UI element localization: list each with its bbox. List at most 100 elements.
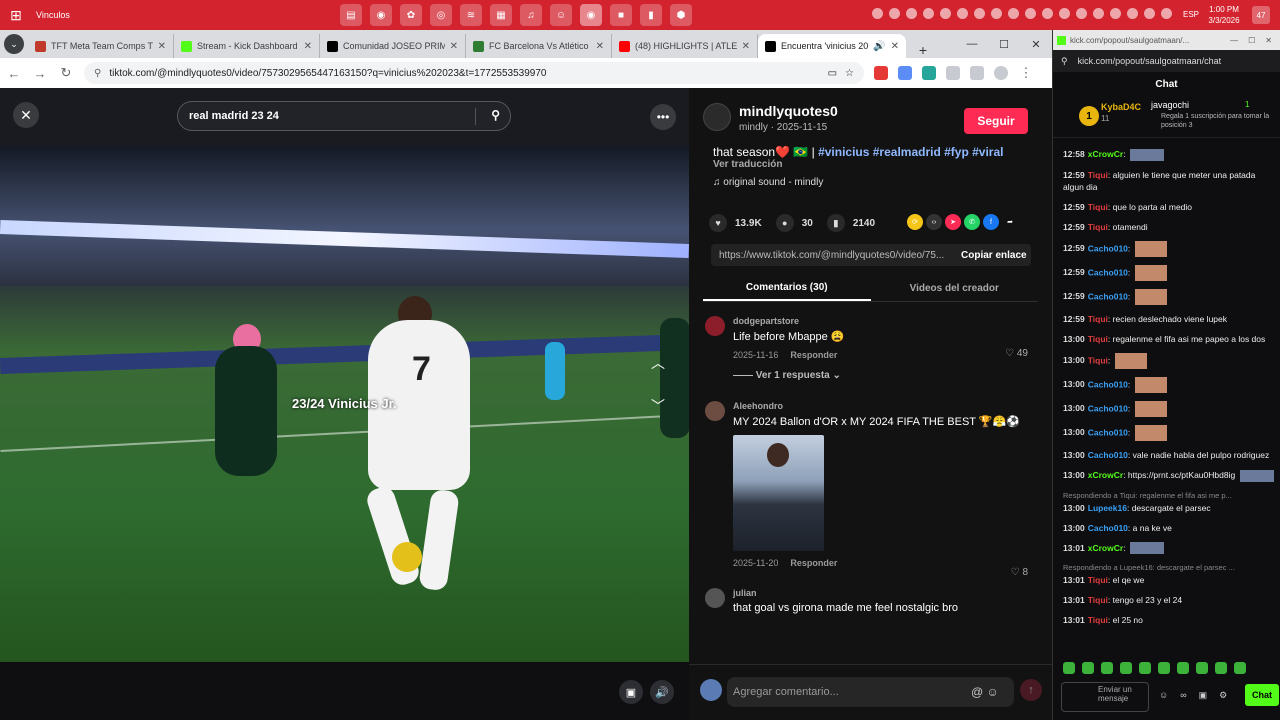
message-username[interactable]: Tiqui <box>1088 202 1108 212</box>
extension-icon[interactable] <box>922 66 936 80</box>
forward-icon[interactable]: → <box>32 66 48 81</box>
tray-icon[interactable] <box>1161 8 1172 19</box>
tray-icon[interactable] <box>1059 8 1070 19</box>
post-comment-button[interactable]: ↑ <box>1020 679 1042 701</box>
tray-icon[interactable] <box>940 8 951 19</box>
audio-icon[interactable]: ♫ <box>520 4 542 26</box>
shield-icon[interactable]: ⬢ <box>670 4 692 26</box>
maximize-icon[interactable]: ☐ <box>1248 36 1255 45</box>
install-icon[interactable]: ▭ <box>828 68 837 79</box>
tab-close-icon[interactable]: ✕ <box>891 41 899 52</box>
red-app-icon[interactable]: ■ <box>610 4 632 26</box>
minimize-icon[interactable]: — <box>1230 36 1238 45</box>
search-input[interactable]: real madrid 23 24 ⚲ <box>177 101 511 131</box>
menu-kebab-icon[interactable]: ⋮ <box>1018 65 1034 81</box>
emote-icon[interactable] <box>1120 662 1132 674</box>
commenter-avatar[interactable] <box>705 316 725 336</box>
emote-icon[interactable] <box>1177 662 1189 674</box>
reload-icon[interactable]: ↻ <box>58 65 74 81</box>
bookmark-icon[interactable]: ▮ <box>826 214 845 232</box>
message-username[interactable]: Tiqui <box>1088 314 1108 324</box>
message-username[interactable]: Tiqui <box>1088 595 1108 605</box>
send-chat-button[interactable]: Chat <box>1245 684 1279 706</box>
send-to-friend-icon[interactable]: ➤ <box>945 214 961 230</box>
message-username[interactable]: Cacho010 <box>1088 243 1128 253</box>
tab-close-icon[interactable]: ✕ <box>158 41 166 52</box>
photos-icon[interactable]: ✿ <box>400 4 422 26</box>
whatsapp-icon[interactable]: ✆ <box>964 214 980 230</box>
tab-close-icon[interactable]: ✕ <box>450 41 458 52</box>
tab-creator-videos[interactable]: Videos del creador <box>871 276 1039 301</box>
message-username[interactable]: xCrowCr <box>1088 470 1123 480</box>
emoji-icon[interactable]: ☺ <box>1159 690 1168 701</box>
site-info-icon[interactable]: ⚲ <box>94 68 101 79</box>
message-username[interactable]: xCrowCr <box>1088 149 1123 159</box>
message-username[interactable]: Cacho010 <box>1088 450 1128 460</box>
comment-username[interactable]: julian <box>733 588 1038 598</box>
language-indicator[interactable]: ESP <box>1183 10 1199 19</box>
tab-tiktok[interactable]: Encuentra 'vinicius 2023 🔊 ✕ <box>758 34 906 58</box>
maximize-icon[interactable]: ☐ <box>988 30 1020 58</box>
settings-gear-icon[interactable]: ⚙ <box>1219 690 1227 701</box>
commenter-avatar[interactable] <box>705 588 725 608</box>
search-icon[interactable]: ⚲ <box>491 108 500 122</box>
message-username[interactable]: Tiqui <box>1088 222 1108 232</box>
share-arrow-icon[interactable]: ➦ <box>1002 214 1018 230</box>
address-bar[interactable]: ⚲ tiktok.com/@mindlyquotes0/video/757302… <box>84 62 864 84</box>
emote-icon[interactable] <box>1196 662 1208 674</box>
view-replies-button[interactable]: —— Ver 1 respuesta ⌄ <box>733 370 1038 381</box>
bookmark-star-icon[interactable]: ☆ <box>845 68 854 79</box>
like-heart-icon[interactable]: ♥ <box>709 214 727 232</box>
chat-message-input[interactable]: Enviar un mensaje <box>1061 682 1149 712</box>
tray-icon[interactable] <box>957 8 968 19</box>
tab-tft[interactable]: TFT Meta Team Comps Tier ✕ <box>28 34 174 58</box>
next-video-icon[interactable]: ﹀ <box>651 396 665 416</box>
comment-bubble-icon[interactable]: ● <box>775 214 794 232</box>
mention-emoji-icons[interactable]: @ ☺ <box>971 685 999 699</box>
tab-close-icon[interactable]: ✕ <box>596 41 604 52</box>
chrome-profile-icon[interactable]: ◉ <box>580 4 602 26</box>
emote-icon[interactable] <box>1158 662 1170 674</box>
tab-x-community[interactable]: Comunidad JOSEO PRIME ✕ <box>320 34 466 58</box>
tray-icon[interactable] <box>1144 8 1155 19</box>
comment-image[interactable] <box>733 435 824 551</box>
spotify-icon[interactable]: ≋ <box>460 4 482 26</box>
tray-icon[interactable] <box>1025 8 1036 19</box>
embed-icon[interactable]: ‹› <box>926 214 942 230</box>
whatsapp-tray-icon[interactable] <box>872 8 883 19</box>
link-icon[interactable]: ∞ <box>1180 690 1186 701</box>
emote-icon[interactable] <box>1101 662 1113 674</box>
author-name[interactable]: mindlyquotes0 <box>739 103 838 119</box>
tab-audio-icon[interactable]: 🔊 <box>873 41 885 52</box>
message-username[interactable]: Cacho010 <box>1088 523 1128 533</box>
sound-link[interactable]: ♫ original sound - mindly <box>713 177 823 188</box>
follow-button[interactable]: Seguir <box>964 108 1028 134</box>
tab-close-icon[interactable]: ✕ <box>304 41 312 52</box>
gift-prompt[interactable]: Regala 1 suscripción para tomar la posic… <box>1161 112 1280 130</box>
site-info-icon[interactable]: ⚲ <box>1061 56 1068 67</box>
miniplayer-icon[interactable]: ▣ <box>619 680 643 704</box>
volume-icon[interactable]: 🔊 <box>650 680 674 704</box>
emote-icon[interactable] <box>1082 662 1094 674</box>
tray-icon[interactable] <box>1042 8 1053 19</box>
file-explorer-icon[interactable]: ▤ <box>340 4 362 26</box>
tab-comments[interactable]: Comentarios (30) <box>703 276 871 301</box>
clock[interactable]: 1:00 PM 3/3/2026 <box>1205 4 1243 26</box>
tray-icon[interactable] <box>906 8 917 19</box>
tab-barcelona[interactable]: FC Barcelona Vs Atlético de ✕ <box>466 34 612 58</box>
tray-icon[interactable] <box>1008 8 1019 19</box>
reply-button[interactable]: Responder <box>790 350 837 360</box>
steam-icon[interactable]: ◎ <box>430 4 452 26</box>
comment-username[interactable]: dodgepartstore <box>733 316 1038 326</box>
tab-close-icon[interactable]: ✕ <box>742 41 750 52</box>
message-username[interactable]: Cacho010 <box>1088 379 1128 389</box>
copy-link-button[interactable]: Copiar enlace <box>961 250 1027 261</box>
tray-icon[interactable] <box>1110 8 1121 19</box>
tray-icon[interactable] <box>923 8 934 19</box>
tab-youtube[interactable]: (48) HIGHLIGHTS | ATLETIC ✕ <box>612 34 758 58</box>
emote-icon[interactable] <box>1215 662 1227 674</box>
hashtags[interactable]: #vinicius #realmadrid #fyp #viral <box>818 145 1003 159</box>
commenter-avatar[interactable] <box>705 401 725 421</box>
message-username[interactable]: Cacho010 <box>1088 291 1128 301</box>
chrome-icon[interactable]: ◉ <box>370 4 392 26</box>
